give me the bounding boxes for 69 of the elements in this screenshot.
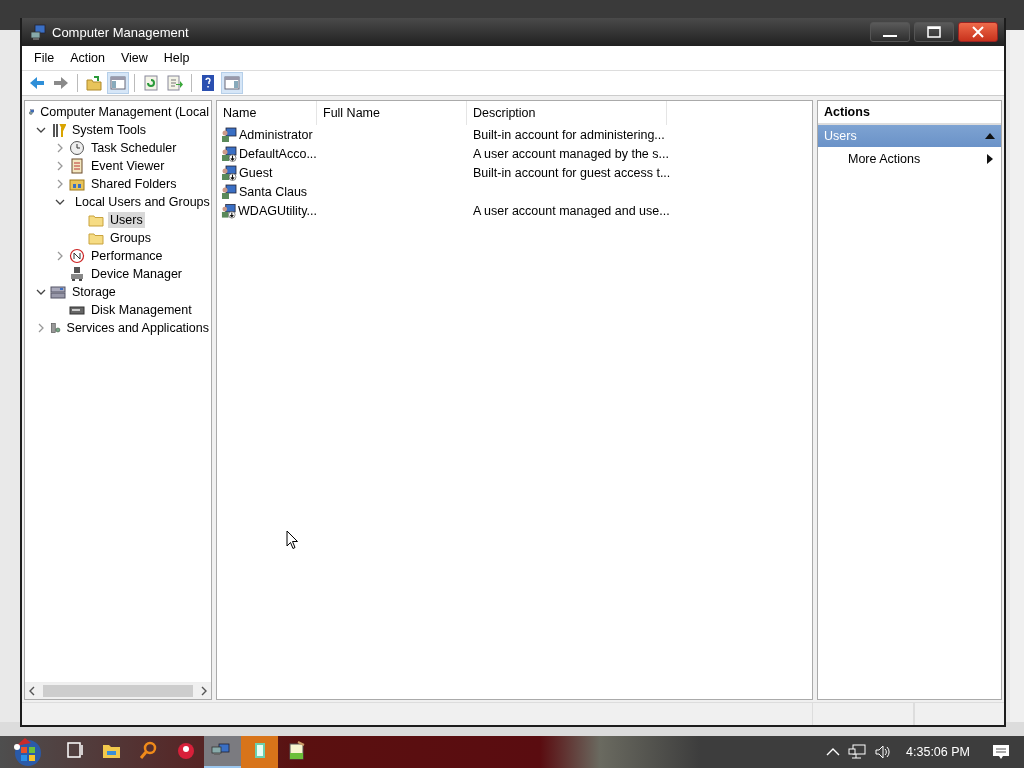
minimize-button[interactable] <box>870 22 910 42</box>
folder-icon <box>88 212 104 228</box>
column-header[interactable]: Full Name <box>317 101 467 125</box>
collapse-chevron-icon[interactable] <box>54 197 65 207</box>
close-icon <box>972 26 984 38</box>
refresh-icon <box>142 74 160 92</box>
tree-item[interactable]: Services and Applications <box>64 320 211 336</box>
tree-item[interactable]: Users <box>108 212 145 228</box>
tree-item[interactable]: Groups <box>108 230 153 246</box>
tree-toolbar-button[interactable] <box>107 72 129 94</box>
start-orb-icon <box>12 737 44 767</box>
services-icon <box>50 320 61 336</box>
folder-icon <box>88 230 104 246</box>
close-button[interactable] <box>958 22 998 42</box>
horizontal-scrollbar[interactable] <box>25 682 211 699</box>
export-list-icon <box>166 74 184 92</box>
menu-item[interactable]: Action <box>62 51 113 65</box>
collapse-chevron-icon[interactable] <box>35 125 46 135</box>
menu-item[interactable]: Help <box>155 51 198 65</box>
notifications-icon[interactable] <box>992 743 1010 761</box>
menu-item[interactable]: View <box>112 51 156 65</box>
collapse-triangle-icon[interactable] <box>985 132 995 140</box>
tree-item[interactable]: Task Scheduler <box>89 140 179 156</box>
user-description: Built-in account for guest access t... <box>473 165 671 180</box>
tree-item[interactable]: Computer Management (Local <box>38 104 211 120</box>
user-name[interactable]: Santa Claus <box>239 184 308 199</box>
menu-item[interactable]: File <box>26 51 63 65</box>
shared-folder-icon <box>69 176 85 192</box>
user-description: A user account managed by the s... <box>473 146 669 161</box>
maximize-button[interactable] <box>914 22 954 42</box>
tree-item[interactable]: Disk Management <box>89 302 194 318</box>
column-header[interactable]: Name <box>217 101 317 125</box>
folder-up-icon <box>85 74 103 92</box>
tree-item[interactable]: Local Users and Groups <box>73 194 211 210</box>
panel-left-icon <box>109 74 127 92</box>
tree-item[interactable]: Device Manager <box>89 266 184 282</box>
show-hidden-icons-icon[interactable] <box>826 747 841 757</box>
tree-item[interactable]: Shared Folders <box>89 176 179 192</box>
column-header[interactable]: Description <box>467 101 667 125</box>
tree-item[interactable]: Event Viewer <box>89 158 167 174</box>
scrollbar-thumb[interactable] <box>43 685 193 697</box>
user-name[interactable]: Administrator <box>239 127 313 142</box>
help-icon <box>199 74 217 92</box>
maximize-icon <box>927 26 941 38</box>
export-toolbar-button[interactable] <box>164 72 186 94</box>
action-item[interactable]: More Actions <box>818 147 1001 171</box>
user-description: A user account managed and use... <box>473 203 670 218</box>
gauge-icon <box>69 248 85 264</box>
back-arrow-icon <box>28 74 46 92</box>
app-icon <box>30 24 46 40</box>
clock-icon <box>69 140 85 156</box>
clock[interactable]: 4:35:06 PM <box>906 745 970 759</box>
device-icon <box>69 266 85 282</box>
tree-item[interactable]: System Tools <box>70 122 149 138</box>
tools-icon <box>50 122 66 138</box>
window-title: Computer Management <box>52 24 190 40</box>
storage-icon <box>50 284 66 300</box>
submenu-arrow-icon <box>987 154 993 164</box>
tree-item[interactable]: Storage <box>70 284 118 300</box>
tree-item[interactable]: Performance <box>89 248 165 264</box>
user-description: Built-in account for administering... <box>473 127 665 142</box>
volume-icon[interactable] <box>874 744 893 760</box>
minimize-icon <box>883 35 897 37</box>
collapse-chevron-icon[interactable] <box>35 287 46 297</box>
panel-right-icon <box>223 74 241 92</box>
network-icon[interactable] <box>848 744 867 760</box>
log-book-icon <box>69 158 85 174</box>
mouse-pointer-icon <box>286 530 299 550</box>
forward-arrow-icon <box>52 74 70 92</box>
